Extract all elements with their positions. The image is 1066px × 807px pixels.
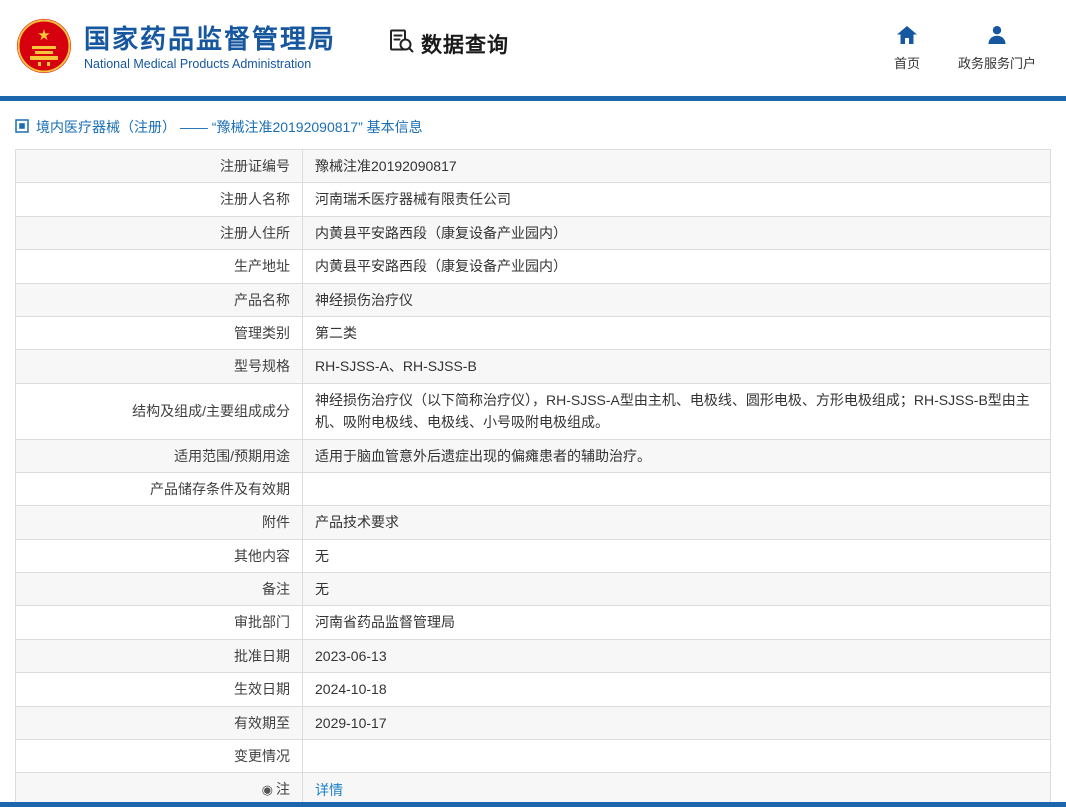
row-label: 生效日期 — [15, 672, 303, 707]
table-row: 生产地址 内黄县平安路西段（康复设备产业园内） — [15, 249, 1051, 284]
category-icon — [15, 118, 29, 136]
row-label: 注册人名称 — [15, 182, 303, 217]
row-value: 无 — [302, 572, 1051, 607]
row-value: 2029-10-17 — [302, 705, 1051, 741]
table-row: 注册人住所 内黄县平安路西段（康复设备产业园内） — [15, 215, 1051, 251]
org-name-en: National Medical Products Administration — [84, 57, 312, 72]
detail-link[interactable]: 详情 — [315, 782, 343, 798]
table-row: 注册人名称 河南瑞禾医疗器械有限责任公司 — [15, 182, 1051, 217]
breadcrumb-text: 境内医疗器械（注册） —— “豫械注准20192090817” 基本信息 — [36, 119, 423, 135]
row-value: 河南瑞禾医疗器械有限责任公司 — [302, 182, 1051, 217]
table-row: 管理类别 第二类 — [15, 315, 1051, 351]
header: ★ 国家药品监督管理局 National Medical Products Ad… — [0, 0, 1066, 96]
row-label: 适用范围/预期用途 — [15, 438, 303, 473]
row-value: 河南省药品监督管理局 — [302, 605, 1051, 640]
table-row: 其他内容无 — [15, 538, 1051, 574]
row-value: 2024-10-18 — [302, 672, 1051, 707]
row-value: 神经损伤治疗仪（以下简称治疗仪），RH-SJSS-A型由主机、电极线、圆形电极、… — [302, 382, 1051, 440]
nav-home-label: 首页 — [893, 55, 920, 71]
row-label: 备注 — [15, 572, 303, 607]
row-label: 管理类别 — [15, 315, 303, 351]
table-row: 变更情况 — [15, 739, 1051, 774]
nav-home[interactable]: 首页 — [894, 25, 920, 72]
row-label: 注册人住所 — [15, 215, 303, 251]
row-label: 产品名称 — [15, 282, 303, 317]
table-row: 结构及组成/主要组成成分 神经损伤治疗仪（以下简称治疗仪），RH-SJSS-A型由… — [15, 382, 1051, 440]
row-label: 附件 — [15, 505, 303, 540]
row-label: 型号规格 — [15, 349, 303, 384]
svg-text:★: ★ — [37, 27, 50, 44]
table-row: 注册证编号 豫械注准20192090817 — [15, 148, 1051, 184]
table-row: 产品储存条件及有效期 — [15, 471, 1051, 507]
info-table-body: 注册证编号 豫械注准20192090817 注册人名称 河南瑞禾医疗器械有限责任公司注… — [15, 148, 1051, 807]
header-divider — [0, 96, 1066, 101]
row-value: 豫械注准20192090817 — [302, 148, 1051, 184]
table-row: 有效期至 2029-10-17 — [15, 705, 1051, 741]
nav-portal-label: 政务服务门户 — [957, 55, 1036, 71]
row-label: 变更情况 — [15, 739, 303, 774]
row-value — [302, 739, 1051, 774]
data-query-section[interactable]: 数据查询 — [388, 28, 509, 60]
row-label: 有效期至 — [15, 705, 303, 741]
data-query-label: 数据查询 — [421, 34, 510, 57]
info-table-wrap: 注册证编号 豫械注准20192090817 注册人名称 河南瑞禾医疗器械有限责任公司注… — [15, 148, 1051, 807]
row-value: 2023-06-13 — [302, 638, 1051, 674]
row-label: 注册证编号 — [15, 148, 303, 184]
info-table: 注册证编号 豫械注准20192090817 注册人名称 河南瑞禾医疗器械有限责任公司注… — [15, 148, 1051, 807]
row-label: 审批部门 — [15, 605, 303, 640]
table-row: 生效日期 2024-10-18 — [15, 672, 1051, 707]
row-label: 其他内容 — [15, 538, 303, 574]
nav-portal[interactable]: 政务服务门户 — [958, 25, 1036, 72]
table-row: 附件 产品技术要求 — [15, 505, 1051, 540]
table-row: 审批部门 河南省药品监督管理局 — [15, 605, 1051, 640]
national-emblem-logo: ★ — [16, 18, 72, 79]
row-value: 产品技术要求 — [302, 505, 1051, 540]
table-row: 适用范围/预期用途 适用于脑血管意外后遗症出现的偏瘫患者的辅助治疗。 — [15, 438, 1051, 473]
row-value — [302, 471, 1051, 507]
page: ★ 国家药品监督管理局 National Medical Products Ad… — [0, 0, 1066, 807]
data-query-icon — [388, 28, 415, 60]
row-value: RH-SJSS-A、RH-SJSS-B — [302, 349, 1051, 384]
table-row: 产品名称 神经损伤治疗仪 — [15, 282, 1051, 317]
row-value: 内黄县平安路西段（康复设备产业园内） — [302, 215, 1051, 251]
header-nav: 首页 政务服务门户 — [894, 25, 1050, 72]
note-icon: ◉ — [261, 782, 273, 798]
row-label: 生产地址 — [15, 249, 303, 284]
user-icon — [987, 25, 1007, 53]
row-value: 无 — [302, 538, 1051, 574]
org-name-cn: 国家药品监督管理局 — [84, 23, 337, 54]
row-label: 产品储存条件及有效期 — [15, 471, 303, 507]
breadcrumb: 境内医疗器械（注册） —— “豫械注准20192090817” 基本信息 — [15, 117, 1051, 137]
row-label: 结构及组成/主要组成成分 — [15, 382, 303, 440]
row-value: 第二类 — [302, 315, 1051, 351]
row-value: 适用于脑血管意外后遗症出现的偏瘫患者的辅助治疗。 — [302, 438, 1051, 473]
row-value: 内黄县平安路西段（康复设备产业园内） — [302, 249, 1051, 284]
row-value: 神经损伤治疗仪 — [302, 282, 1051, 317]
table-row: 批准日期 2023-06-13 — [15, 638, 1051, 674]
table-row: 备注无 — [15, 572, 1051, 607]
footer-bar — [0, 802, 1066, 807]
org-title-block: 国家药品监督管理局 National Medical Products Admi… — [84, 25, 336, 72]
table-row: 型号规格 RH-SJSS-A、RH-SJSS-B — [15, 349, 1051, 384]
row-label: 批准日期 — [15, 638, 303, 674]
home-icon — [896, 25, 918, 53]
